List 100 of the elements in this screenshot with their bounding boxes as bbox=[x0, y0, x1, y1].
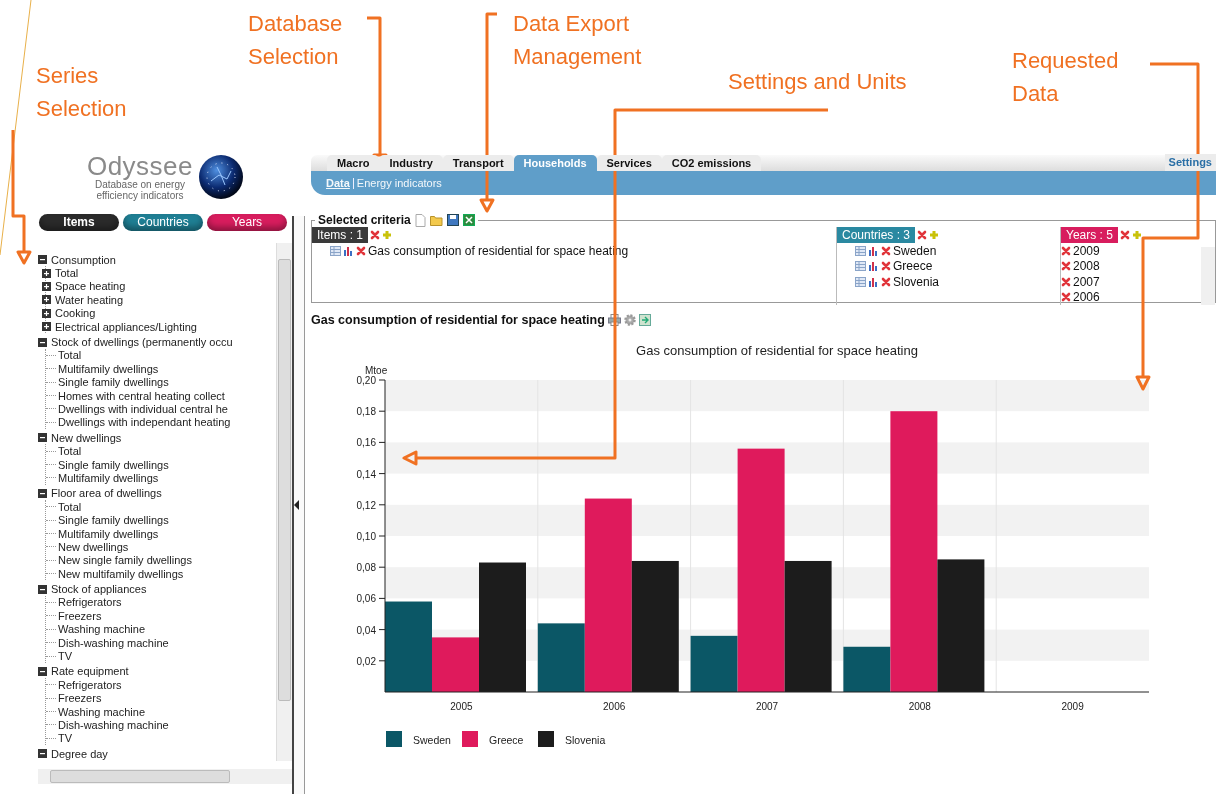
tree-item[interactable]: Multifamily dwellings bbox=[58, 471, 159, 484]
nav-tab[interactable]: Transport bbox=[442, 155, 514, 171]
panel-tab[interactable]: Years bbox=[207, 214, 287, 231]
tree-item[interactable]: Total bbox=[58, 349, 82, 362]
tree-item[interactable]: Freezers bbox=[58, 609, 102, 622]
criteria-entry[interactable]: Slovenia bbox=[893, 274, 940, 289]
tree-item[interactable]: Dish-washing machine bbox=[58, 636, 169, 649]
tree-item[interactable]: Dish-washing machine bbox=[58, 718, 169, 731]
tree-item[interactable]: TV bbox=[58, 732, 73, 745]
delete-icon[interactable] bbox=[356, 245, 366, 256]
delete-icon[interactable] bbox=[1061, 292, 1071, 303]
legend-label: Greece bbox=[489, 734, 524, 746]
criteria-entry[interactable]: 2008 bbox=[1073, 259, 1100, 274]
delete-icon[interactable] bbox=[917, 230, 928, 240]
criteria-entry[interactable]: Sweden bbox=[893, 243, 937, 258]
expand-icon[interactable] bbox=[42, 281, 51, 291]
callout-label: Data Export Management bbox=[513, 10, 643, 71]
print-icon[interactable] bbox=[607, 314, 621, 326]
settings-icon[interactable] bbox=[623, 314, 636, 326]
nav-tab[interactable]: CO2 emissions bbox=[661, 155, 762, 171]
delete-icon[interactable] bbox=[1119, 230, 1130, 240]
export-icon[interactable] bbox=[638, 314, 651, 326]
horizontal-scrollbar[interactable] bbox=[38, 769, 292, 784]
globe-logo-icon bbox=[197, 153, 246, 201]
tree-item[interactable]: Consumption bbox=[51, 253, 116, 266]
tree-item[interactable]: Refrigerators bbox=[58, 678, 122, 691]
vertical-scrollbar[interactable] bbox=[1201, 247, 1215, 305]
tree-item[interactable]: Cooking bbox=[55, 307, 96, 320]
tree-item[interactable]: Multifamily dwellings bbox=[58, 362, 159, 375]
panel-tab[interactable]: Countries bbox=[123, 214, 203, 231]
tree-item[interactable]: Rate equipment bbox=[51, 665, 129, 678]
collapse-icon[interactable] bbox=[38, 433, 47, 443]
bar-chart-icon[interactable] bbox=[343, 245, 354, 256]
table-icon[interactable] bbox=[855, 276, 866, 287]
delete-icon[interactable] bbox=[1061, 261, 1071, 272]
collapse-icon[interactable] bbox=[38, 488, 47, 498]
axis-tick-label: 2005 bbox=[450, 701, 473, 712]
delete-icon[interactable] bbox=[881, 261, 891, 272]
tree-item[interactable]: Floor area of dwellings bbox=[51, 487, 162, 500]
criteria-entry[interactable]: 2009 bbox=[1073, 243, 1100, 258]
tree-item[interactable]: Total bbox=[55, 267, 79, 280]
tree-item[interactable]: Stock of dwellings (permanently occu bbox=[51, 336, 233, 349]
axis-tick-label: 0,14 bbox=[356, 468, 376, 480]
tree-item[interactable]: Refrigerators bbox=[58, 596, 122, 609]
vertical-scrollbar[interactable] bbox=[276, 243, 292, 761]
collapse-icon[interactable] bbox=[38, 666, 47, 676]
tree-item[interactable]: New dwellings bbox=[58, 540, 129, 553]
delete-icon[interactable] bbox=[881, 276, 891, 287]
table-icon[interactable] bbox=[855, 261, 866, 272]
tree-item[interactable]: Dwellings with individual central he bbox=[58, 403, 228, 415]
table-icon[interactable] bbox=[330, 245, 341, 256]
table-icon[interactable] bbox=[855, 245, 866, 256]
panel-tab[interactable]: Items bbox=[39, 214, 119, 231]
expand-icon[interactable] bbox=[42, 322, 51, 332]
tree-item[interactable]: Multifamily dwellings bbox=[58, 527, 159, 540]
delete-icon[interactable] bbox=[1061, 245, 1071, 256]
nav-tab[interactable]: Services bbox=[596, 155, 662, 171]
expand-icon[interactable] bbox=[42, 268, 51, 278]
tree-item[interactable]: Total bbox=[58, 500, 82, 513]
tree-item[interactable]: Freezers bbox=[58, 692, 102, 705]
nav-tab[interactable]: Macro bbox=[327, 155, 380, 171]
tree-item[interactable]: Washing machine bbox=[58, 623, 146, 636]
tree-item[interactable]: New single family dwellings bbox=[58, 554, 192, 567]
nav-tab[interactable]: Industry bbox=[379, 155, 443, 171]
tree-item[interactable]: Single family dwellings bbox=[58, 514, 169, 527]
criteria-entry[interactable]: 2007 bbox=[1073, 274, 1100, 289]
bar-chart-icon[interactable] bbox=[868, 245, 879, 256]
tree-item[interactable]: Single family dwellings bbox=[58, 376, 169, 389]
delete-icon[interactable] bbox=[1061, 276, 1071, 287]
tree-item[interactable]: Single family dwellings bbox=[58, 458, 169, 471]
collapse-icon[interactable] bbox=[38, 749, 47, 759]
tree-item[interactable]: TV bbox=[58, 650, 73, 662]
bar-chart-icon[interactable] bbox=[868, 261, 879, 272]
tree-item[interactable]: New dwellings bbox=[51, 431, 122, 444]
tree-item[interactable]: Electrical appliances/Lighting bbox=[55, 320, 197, 333]
tree-item[interactable]: Washing machine bbox=[58, 705, 146, 718]
settings-link[interactable]: Settings bbox=[1164, 154, 1216, 171]
tree-item[interactable]: Stock of appliances bbox=[51, 583, 147, 596]
tree-item[interactable]: New multifamily dwellings bbox=[58, 567, 184, 580]
expand-icon[interactable] bbox=[42, 295, 51, 305]
collapse-arrow-icon[interactable] bbox=[294, 500, 300, 510]
tree-item[interactable]: Homes with central heating collect bbox=[58, 389, 225, 402]
document-icon[interactable] bbox=[414, 213, 426, 227]
collapse-icon[interactable] bbox=[38, 255, 47, 265]
collapse-icon[interactable] bbox=[38, 337, 47, 347]
criteria-entry[interactable]: Greece bbox=[893, 259, 933, 274]
tree-item[interactable]: Water heating bbox=[55, 293, 124, 306]
tree-item[interactable]: Total bbox=[58, 445, 82, 458]
bar-chart-icon[interactable] bbox=[868, 276, 879, 287]
criteria-entry[interactable]: 2006 bbox=[1073, 290, 1100, 305]
tree-item[interactable]: Dwellings with independant heating bbox=[58, 416, 231, 429]
save-icon[interactable] bbox=[446, 214, 459, 226]
panel-splitter[interactable] bbox=[292, 216, 305, 794]
tree-item[interactable]: Degree day bbox=[51, 747, 108, 760]
delete-icon[interactable] bbox=[370, 230, 380, 240]
expand-icon[interactable] bbox=[42, 308, 51, 318]
collapse-icon[interactable] bbox=[38, 584, 47, 594]
spreadsheet-icon[interactable] bbox=[462, 214, 475, 226]
delete-icon[interactable] bbox=[881, 245, 891, 256]
tree-item[interactable]: Space heating bbox=[55, 280, 126, 293]
